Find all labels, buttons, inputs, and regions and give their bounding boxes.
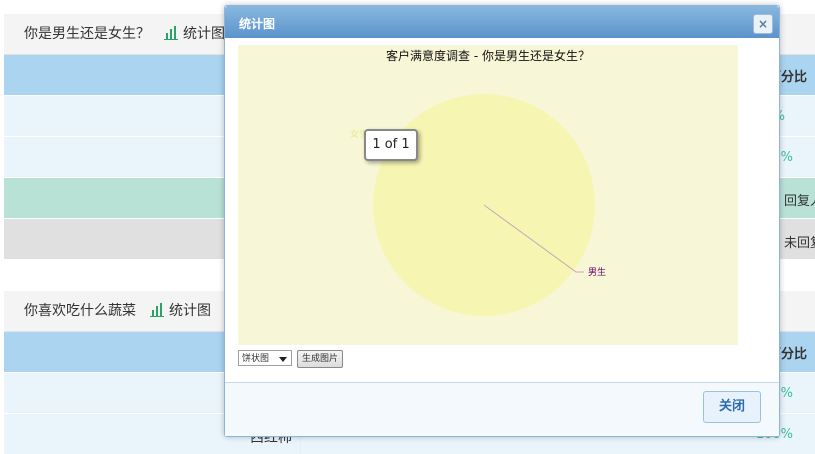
chart-tooltip: 1 of 1	[364, 129, 418, 161]
bar-chart-icon	[164, 26, 178, 40]
pie-chart: 客户满意度调查 - 你是男生还是女生？ 女生 男生 1 of 1	[238, 45, 738, 345]
bar-chart-icon	[150, 303, 164, 317]
dialog-titlebar[interactable]: 统计图 ×	[225, 6, 779, 38]
chart-controls: 饼状图 生成图片	[238, 350, 344, 368]
chart-title: 客户满意度调查 - 你是男生还是女生？	[386, 48, 590, 63]
chevron-down-icon	[279, 357, 287, 362]
question2-chart-link[interactable]: 统计图	[150, 300, 211, 320]
question1-title: 你是男生还是女生？	[24, 26, 150, 42]
pie-label-1: 男生	[588, 266, 606, 278]
dialog-title: 统计图	[239, 17, 276, 31]
question2-chart-link-label: 统计图	[169, 303, 211, 319]
close-icon[interactable]: ×	[753, 14, 773, 34]
question1-chart-link-label: 统计图	[183, 26, 225, 42]
reply-count-label: 回复人	[783, 194, 815, 209]
generate-image-button[interactable]: 生成图片	[297, 350, 344, 368]
close-button[interactable]: 关闭	[703, 391, 761, 423]
question1-chart-link[interactable]: 统计图	[164, 23, 225, 43]
pie-chart-svg: 客户满意度调查 - 你是男生还是女生？ 女生男生	[350, 48, 606, 316]
no-reply-label: 未回复	[783, 236, 815, 251]
chart-type-value: 饼状图	[242, 354, 270, 364]
chart-dialog: 统计图 × 客户满意度调查 - 你是男生还是女生？ 女生 男生 1 of 1 饼状…	[224, 5, 780, 437]
question2-title: 你喜欢吃什么蔬菜	[24, 303, 136, 319]
dialog-footer: 关闭	[225, 383, 779, 436]
chart-type-select[interactable]: 饼状图	[238, 350, 292, 366]
